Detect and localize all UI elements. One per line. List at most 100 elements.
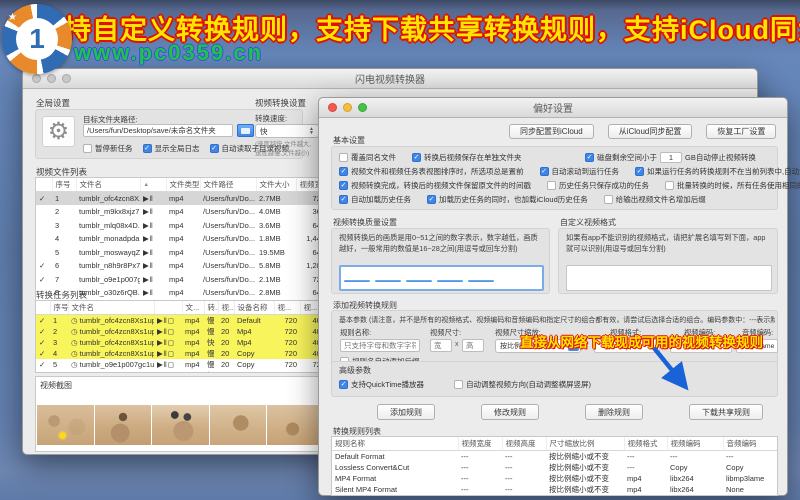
- disk-space-checkbox[interactable]: ✓ 磁盘剩余空间小于 GB自动停止视频转换: [585, 152, 756, 163]
- checkbox-icon[interactable]: [547, 181, 556, 190]
- advanced-checkbox[interactable]: 自动调整视频方向(自动调整横屏竖屏): [454, 379, 591, 390]
- task-row[interactable]: ✓ 3 ◷ tumblr_ofc4zcn8Xs1upw... ▶‖◻ mp4 快…: [36, 337, 326, 348]
- rule-row[interactable]: iPhone(3G) 320 480 按比例缩小或不变 mp4 libx264 …: [332, 495, 778, 496]
- video-thumbnail[interactable]: [209, 405, 267, 445]
- icloud-sync-button[interactable]: 恢复工厂设置: [706, 124, 777, 139]
- sort-asc-icon[interactable]: ▲: [140, 178, 167, 192]
- basic-checkbox[interactable]: 给输出视频文件名增加后缀: [603, 194, 706, 205]
- main-titlebar[interactable]: 闪电视频转换器: [23, 69, 757, 89]
- task-row[interactable]: ✓ 6 ◷ tumblr_n8h9r8Px7u1s4qo... ▶‖◻ mp4 …: [36, 370, 326, 372]
- rule-row[interactable]: Lossless Convert&Cut --- --- 按比例缩小或不变 --…: [332, 462, 777, 473]
- file-row[interactable]: ✓ 7 tumblr_o9e1p007g... ▶‖ mp4 /Users/fu…: [36, 273, 326, 287]
- global-checkbox[interactable]: ✓ 显示全局日志: [142, 143, 200, 154]
- basic-checkbox[interactable]: ✓ 视频文件和视频任务表视图排序时，所选项总是置前: [339, 166, 524, 177]
- task-row[interactable]: ✓ 1 ◷ tumblr_ofc4zcn8Xs1upw... ▶‖◻ mp4 慢…: [36, 314, 326, 326]
- width-input[interactable]: [430, 339, 452, 352]
- quality-tag[interactable]: [468, 280, 494, 282]
- minimize-icon[interactable]: [47, 74, 56, 83]
- rule-button[interactable]: 添加规则: [377, 404, 435, 420]
- task-row[interactable]: ✓ 5 ◷ tumblr_o9e1p007gc1uiue... ▶‖◻ mp4 …: [36, 359, 326, 370]
- rules-header[interactable]: 规则名称 视频宽度 视频高度 尺寸缩放比例 视频格式 视频编码 音频编码: [332, 437, 777, 451]
- basic-checkbox[interactable]: ✓ 加载历史任务的同时，也加载iCloud历史任务: [427, 194, 588, 205]
- rule-button[interactable]: 修改规则: [481, 404, 539, 420]
- play-pause-icons[interactable]: ▶‖: [140, 259, 166, 273]
- global-checkbox[interactable]: 暂停新任务: [83, 143, 133, 154]
- col-path[interactable]: 文件路径: [200, 178, 257, 192]
- col-num[interactable]: 序号: [52, 178, 77, 192]
- checkbox-icon[interactable]: ✓: [539, 167, 549, 176]
- file-row[interactable]: ✓ 1 tumblr_ofc4zcn8X... ▶‖ mp4 /Users/fu…: [36, 191, 326, 205]
- main-traffic-lights[interactable]: [32, 74, 71, 83]
- icloud-sync-button[interactable]: 从iCloud同步配置: [607, 124, 693, 139]
- rule-row[interactable]: MP4 Format --- --- 按比例缩小或不变 mp4 libx264 …: [332, 473, 777, 484]
- checkbox-icon[interactable]: ✓: [585, 153, 594, 162]
- col-type[interactable]: 文件类型: [166, 178, 201, 192]
- checkbox-icon[interactable]: ✓: [339, 380, 348, 389]
- video-filmstrip[interactable]: [37, 405, 325, 445]
- play-pause-stop-icons[interactable]: ▶‖◻: [154, 337, 182, 348]
- file-list-table[interactable]: 序号 文件名 ▲ 文件类型 文件路径 文件大小 视频宽 ✓ 1 tumblr_o…: [35, 177, 327, 305]
- quality-tag[interactable]: [406, 280, 432, 282]
- basic-checkbox[interactable]: 批量转换的时候，所有任务使用相同的时间片: [665, 180, 800, 191]
- prefs-traffic-lights[interactable]: [328, 103, 367, 112]
- play-pause-stop-icons[interactable]: ▶‖◻: [154, 314, 182, 326]
- rule-row[interactable]: Silent MP4 Format --- --- 按比例缩小或不变 mp4 l…: [332, 484, 777, 495]
- play-pause-icons[interactable]: ▶‖: [140, 205, 166, 219]
- play-pause-icons[interactable]: ▶‖: [140, 219, 166, 233]
- prefs-titlebar[interactable]: 偏好设置: [319, 98, 787, 118]
- file-row[interactable]: 2 tumblr_m9kx8xjz7... ▶‖ mp4 /Users/fun/…: [36, 205, 326, 219]
- file-row[interactable]: 5 tumblr_moswayqZ... ▶‖ mp4 /Users/fun/D…: [36, 246, 326, 260]
- task-row[interactable]: ✓ 4 ◷ tumblr_ofc4zcn8Xs1upw... ▶‖◻ mp4 慢…: [36, 348, 326, 359]
- file-row[interactable]: 4 tumblr_monadpda... ▶‖ mp4 /Users/fun/D…: [36, 232, 326, 246]
- basic-checkbox[interactable]: ✓ 视频转换完成，转换后的视频文件保留原文件的时间戳: [339, 180, 531, 191]
- basic-checkbox[interactable]: 历史任务只保存成功的任务: [547, 180, 649, 191]
- quality-tag[interactable]: [437, 280, 463, 282]
- rule-row[interactable]: Default Format --- --- 按比例缩小或不变 --- --- …: [332, 451, 777, 463]
- quality-tag[interactable]: [344, 280, 370, 282]
- checkbox-icon[interactable]: ✓: [427, 195, 436, 204]
- col-size[interactable]: 文件大小: [256, 178, 297, 192]
- task-list-header[interactable]: 序号 文件名 文... 转... 视... 设备名称 视... 视...: [36, 301, 326, 315]
- rule-button[interactable]: 下载共享规则: [689, 404, 763, 420]
- play-pause-stop-icons[interactable]: ▶‖◻: [154, 359, 182, 370]
- video-thumbnail[interactable]: [152, 405, 209, 445]
- quality-tags-input[interactable]: [339, 265, 544, 291]
- basic-checkbox[interactable]: 覆盖同名文件: [339, 152, 396, 163]
- quality-tag[interactable]: [375, 280, 401, 282]
- play-pause-icons[interactable]: ▶‖: [140, 273, 166, 287]
- rule-name-input[interactable]: [340, 339, 420, 352]
- checkbox-icon[interactable]: [603, 195, 613, 204]
- task-list-table[interactable]: 序号 文件名 文... 转... 视... 设备名称 视... 视...: [35, 300, 327, 373]
- play-pause-stop-icons[interactable]: ▶‖◻: [154, 326, 182, 337]
- target-path-input[interactable]: [83, 124, 233, 137]
- checkbox-icon[interactable]: [339, 153, 348, 162]
- checkbox-icon[interactable]: ✓: [209, 144, 219, 153]
- minimize-icon[interactable]: [343, 103, 352, 112]
- task-row[interactable]: ✓ 2 ◷ tumblr_ofc4zcn8Xs1upw... ▶‖◻ mp4 慢…: [36, 326, 326, 337]
- height-input[interactable]: [462, 339, 484, 352]
- play-pause-stop-icons[interactable]: ▶‖◻: [154, 348, 182, 359]
- zoom-icon[interactable]: [358, 103, 367, 112]
- video-thumbnail[interactable]: [267, 405, 324, 445]
- checkbox-icon[interactable]: ✓: [635, 167, 644, 176]
- close-icon[interactable]: [32, 74, 41, 83]
- basic-checkbox[interactable]: ✓ 自动滚动到运行任务: [539, 166, 619, 177]
- basic-checkbox[interactable]: ✓ 转换后视频保存在单独文件夹: [412, 152, 522, 163]
- disk-space-input[interactable]: [660, 152, 682, 163]
- checkbox-icon[interactable]: [665, 181, 674, 190]
- play-pause-icons[interactable]: ▶‖: [140, 246, 166, 260]
- zoom-icon[interactable]: [62, 74, 71, 83]
- video-thumbnail[interactable]: [94, 405, 152, 445]
- choose-folder-button[interactable]: [237, 124, 254, 137]
- checkbox-icon[interactable]: [454, 380, 464, 389]
- file-list-header[interactable]: 序号 文件名 ▲ 文件类型 文件路径 文件大小 视频宽: [36, 178, 326, 192]
- close-icon[interactable]: [328, 103, 337, 112]
- basic-checkbox[interactable]: ✓ 自动加载历史任务: [339, 194, 411, 205]
- checkbox-icon[interactable]: [83, 144, 92, 153]
- icloud-sync-button[interactable]: 同步配置到iCloud: [509, 124, 594, 139]
- file-row[interactable]: ✓ 6 tumblr_n8h9r8Px7... ▶‖ mp4 /Users/fu…: [36, 259, 326, 273]
- basic-checkbox[interactable]: ✓ 如果运行任务的转换规则不在当前列表中,自动添加: [635, 166, 800, 177]
- custom-format-input[interactable]: [566, 265, 772, 291]
- checkbox-icon[interactable]: ✓: [339, 167, 348, 176]
- play-pause-icons[interactable]: ▶‖: [140, 286, 166, 300]
